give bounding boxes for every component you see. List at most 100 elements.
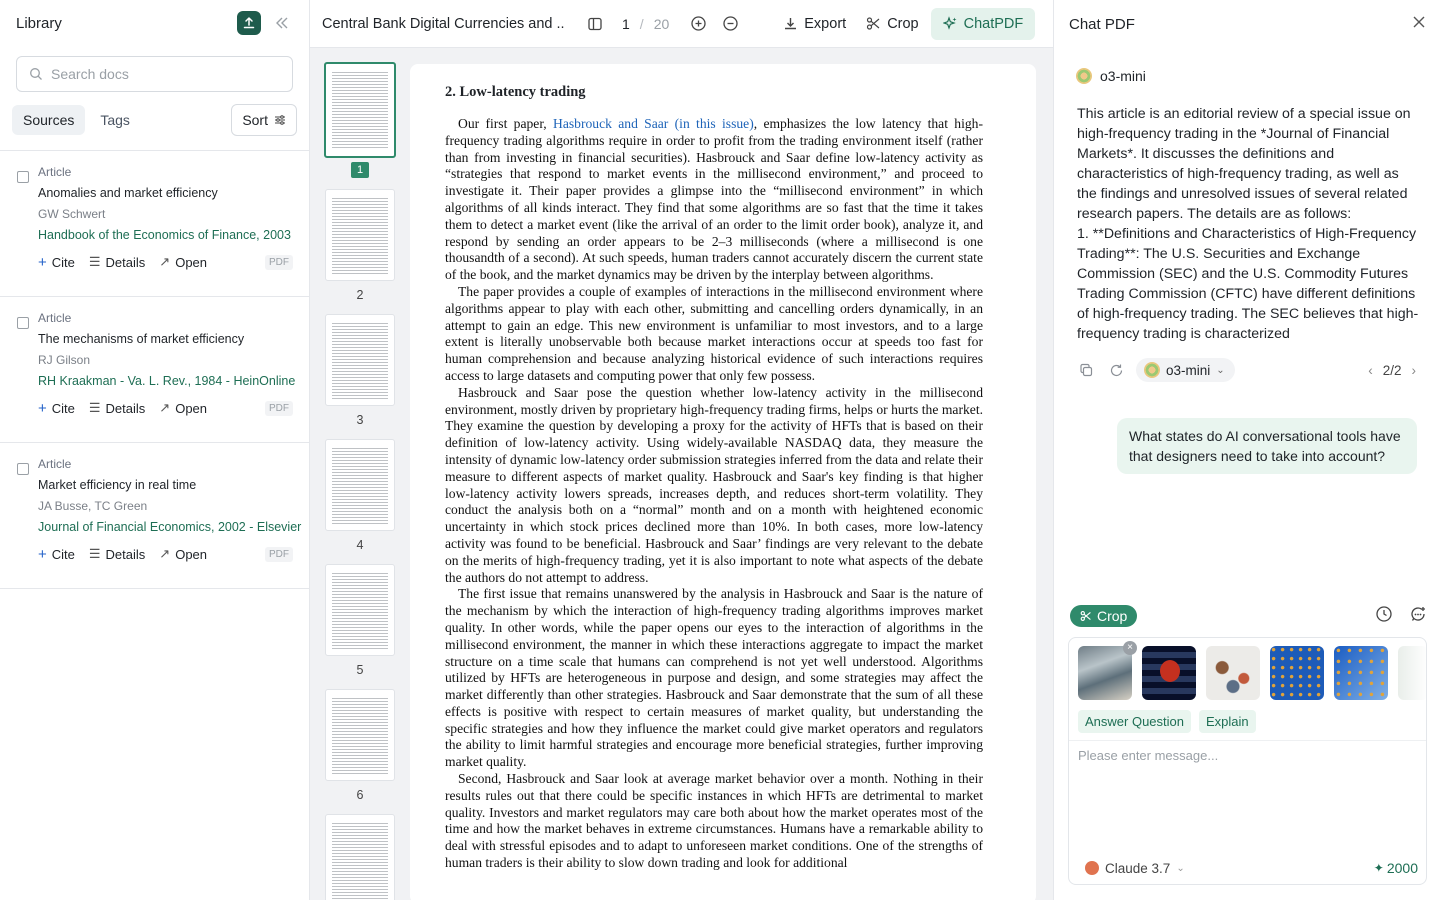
search-box[interactable] — [16, 56, 293, 92]
attached-image[interactable]: × — [1078, 641, 1137, 700]
entry-title[interactable]: The mechanisms of market efficiency — [38, 332, 293, 348]
page-thumbnail[interactable] — [325, 814, 395, 900]
download-icon — [785, 18, 797, 30]
details-button[interactable]: ☰ Details — [89, 254, 145, 270]
citation-link[interactable]: Hasbrouck and Saar (in this issue) — [553, 116, 754, 131]
page-thumbnail[interactable] — [325, 189, 395, 281]
arrow-up-right-icon: ↗ — [159, 400, 171, 415]
message-box: × Answer Question Explain Please enter m… — [1068, 637, 1427, 885]
remove-attachment-icon[interactable]: × — [1123, 641, 1137, 655]
open-button[interactable]: ↗ Open — [159, 546, 207, 562]
entry-checkbox[interactable] — [17, 317, 29, 329]
regenerate-icon[interactable] — [1106, 360, 1126, 380]
entry-checkbox[interactable] — [17, 171, 29, 183]
chat-title: Chat PDF — [1069, 15, 1135, 33]
paragraph-lead: Our first paper, — [458, 116, 554, 131]
details-button[interactable]: ☰ Details — [89, 400, 145, 416]
page-thumbnail[interactable] — [325, 564, 395, 656]
plus-icon: + — [38, 253, 47, 271]
entry-authors: JA Busse, TC Green — [38, 499, 148, 513]
chevron-down-icon: ⌄ — [1216, 364, 1225, 376]
model-dropdown[interactable]: Claude 3.7 ⌄ — [1085, 861, 1185, 876]
explain-chip[interactable]: Explain — [1199, 710, 1256, 733]
library-entry[interactable]: Article The mechanisms of market efficie… — [0, 297, 309, 443]
total-pages: 20 — [653, 15, 670, 32]
app-window: Library Sources Tags Sort — [0, 0, 1440, 900]
page-thumbnail[interactable] — [325, 689, 395, 781]
answer-pager: ‹ 2/2 › — [1368, 363, 1416, 378]
entry-source[interactable]: RH Kraakman - Va. L. Rev., 1984 - HeinOn… — [38, 374, 295, 390]
entry-title[interactable]: Anomalies and market efficiency — [38, 186, 293, 202]
sparkle-icon — [942, 16, 957, 30]
page-thumbnail[interactable] — [325, 314, 395, 406]
export-label: Export — [804, 15, 847, 32]
attached-image[interactable] — [1398, 646, 1426, 700]
claude-logo-icon — [1085, 861, 1099, 875]
upload-button[interactable] — [237, 11, 261, 35]
chevron-down-icon: ⌄ — [1176, 862, 1185, 874]
export-button[interactable]: Export — [775, 8, 854, 40]
search-input[interactable] — [51, 66, 271, 82]
cite-button[interactable]: + Cite — [38, 254, 75, 271]
new-chat-icon[interactable] — [1409, 605, 1427, 628]
copy-icon[interactable] — [1076, 360, 1096, 380]
model-selector-label: o3-mini — [1166, 362, 1211, 378]
model-logo-icon — [1144, 362, 1160, 378]
thumbnail-label: 1 — [351, 162, 369, 178]
chatpdf-label: ChatPDF — [963, 15, 1024, 32]
library-entry[interactable]: Article Market efficiency in real time J… — [0, 443, 309, 589]
crop-chip[interactable]: Crop — [1070, 605, 1138, 627]
pdf-badge: PDF — [265, 254, 293, 270]
sort-label: Sort — [242, 112, 268, 128]
crop-button[interactable]: Crop — [858, 8, 926, 40]
entry-type: Article — [38, 457, 72, 471]
model-selector[interactable]: o3-mini ⌄ — [1136, 358, 1235, 382]
open-label: Open — [175, 546, 208, 562]
thumbnail-rail: 1 2 3 4 5 6 — [310, 48, 410, 900]
arrow-up-right-icon: ↗ — [159, 254, 171, 269]
entry-title[interactable]: Market efficiency in real time — [38, 478, 293, 494]
message-input[interactable] — [1078, 748, 1418, 838]
attached-image[interactable] — [1206, 646, 1260, 700]
list-icon: ☰ — [88, 254, 101, 269]
collapse-icon[interactable] — [271, 12, 293, 34]
pdf-viewer: Central Bank Digital Currencies and .. 1… — [310, 0, 1053, 900]
tab-tags[interactable]: Tags — [89, 105, 141, 135]
entry-checkbox[interactable] — [17, 463, 29, 475]
pdf-page: 2. Low-latency trading Our first paper, … — [410, 64, 1036, 900]
details-label: Details — [105, 254, 146, 270]
attached-image[interactable] — [1334, 646, 1388, 700]
details-label: Details — [105, 400, 146, 416]
zoom-out-icon[interactable] — [717, 11, 743, 37]
details-button[interactable]: ☰ Details — [89, 546, 145, 562]
chevron-right-icon[interactable]: › — [1412, 363, 1417, 378]
open-button[interactable]: ↗ Open — [159, 400, 207, 416]
entry-source[interactable]: Journal of Financial Economics, 2002 - E… — [38, 520, 301, 536]
open-button[interactable]: ↗ Open — [159, 254, 207, 270]
tomato-image-icon — [1160, 660, 1180, 682]
close-icon[interactable] — [1412, 15, 1426, 34]
sidebar-toggle-icon[interactable] — [582, 11, 608, 37]
open-label: Open — [175, 400, 208, 416]
pager-text: 2/2 — [1382, 362, 1402, 378]
entry-authors: GW Schwert — [38, 207, 106, 221]
page-thumbnail[interactable] — [325, 439, 395, 531]
open-label: Open — [175, 254, 208, 270]
library-entry[interactable]: Article Anomalies and market efficiency … — [0, 151, 309, 297]
current-page[interactable]: 1 — [622, 16, 630, 32]
answer-question-chip[interactable]: Answer Question — [1078, 710, 1191, 733]
entry-source[interactable]: Handbook of the Economics of Finance, 20… — [38, 228, 293, 244]
attached-image[interactable] — [1142, 646, 1196, 700]
crop-chip-label: Crop — [1097, 608, 1128, 624]
history-icon[interactable] — [1375, 605, 1393, 628]
attached-image[interactable] — [1270, 646, 1324, 700]
zoom-in-icon[interactable] — [685, 11, 711, 37]
chevron-left-icon[interactable]: ‹ — [1368, 363, 1373, 378]
chatpdf-button[interactable]: ChatPDF — [930, 7, 1036, 40]
tab-sources[interactable]: Sources — [12, 105, 86, 135]
cite-button[interactable]: + Cite — [38, 546, 75, 563]
cite-button[interactable]: + Cite — [38, 400, 75, 417]
sort-button[interactable]: Sort — [231, 104, 297, 136]
page-thumbnail[interactable] — [324, 62, 396, 158]
filter-sliders-icon — [275, 115, 285, 125]
